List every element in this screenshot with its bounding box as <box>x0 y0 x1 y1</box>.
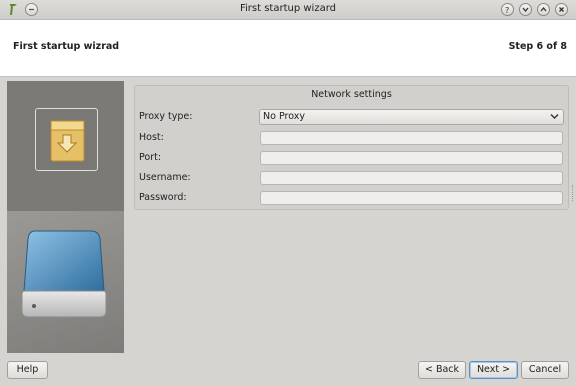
group-title: Network settings <box>311 89 392 100</box>
step-indicator: Step 6 of 8 <box>508 41 567 52</box>
help-button[interactable]: Help <box>7 361 48 379</box>
host-field[interactable] <box>260 131 563 145</box>
proxy-type-select[interactable]: No Proxy <box>259 109 564 125</box>
package-install-icon <box>50 120 85 162</box>
back-button[interactable]: < Back <box>418 361 466 379</box>
password-field[interactable] <box>260 191 563 205</box>
maximize-icon[interactable] <box>537 3 550 16</box>
proxy-type-label: Proxy type: <box>139 111 193 122</box>
help-icon[interactable]: ? <box>501 3 514 16</box>
next-button[interactable]: Next > <box>469 361 518 379</box>
password-label: Password: <box>139 192 187 203</box>
username-label: Username: <box>139 172 191 183</box>
package-icon-frame <box>35 108 98 171</box>
wizard-side-panel <box>7 81 124 353</box>
network-settings-group: Network settings Proxy type: No Proxy Ho… <box>134 85 569 210</box>
wizard-title: First startup wizrad <box>13 41 120 52</box>
svg-text:?: ? <box>505 6 509 15</box>
window-titlebar: First startup wizard ? <box>0 0 576 20</box>
port-label: Port: <box>139 152 162 163</box>
host-label: Host: <box>139 132 164 143</box>
resize-handle[interactable] <box>572 185 574 201</box>
username-field[interactable] <box>260 171 563 185</box>
port-field[interactable] <box>260 151 563 165</box>
minimize-icon[interactable] <box>519 3 532 16</box>
close-icon[interactable] <box>555 3 568 16</box>
hard-drive-icon <box>21 230 107 318</box>
cancel-button[interactable]: Cancel <box>521 361 569 379</box>
window-title: First startup wizard <box>240 3 336 14</box>
chevron-down-icon <box>550 114 559 119</box>
wizard-header: First startup wizrad Step 6 of 8 <box>0 20 576 77</box>
proxy-type-value: No Proxy <box>263 111 305 122</box>
